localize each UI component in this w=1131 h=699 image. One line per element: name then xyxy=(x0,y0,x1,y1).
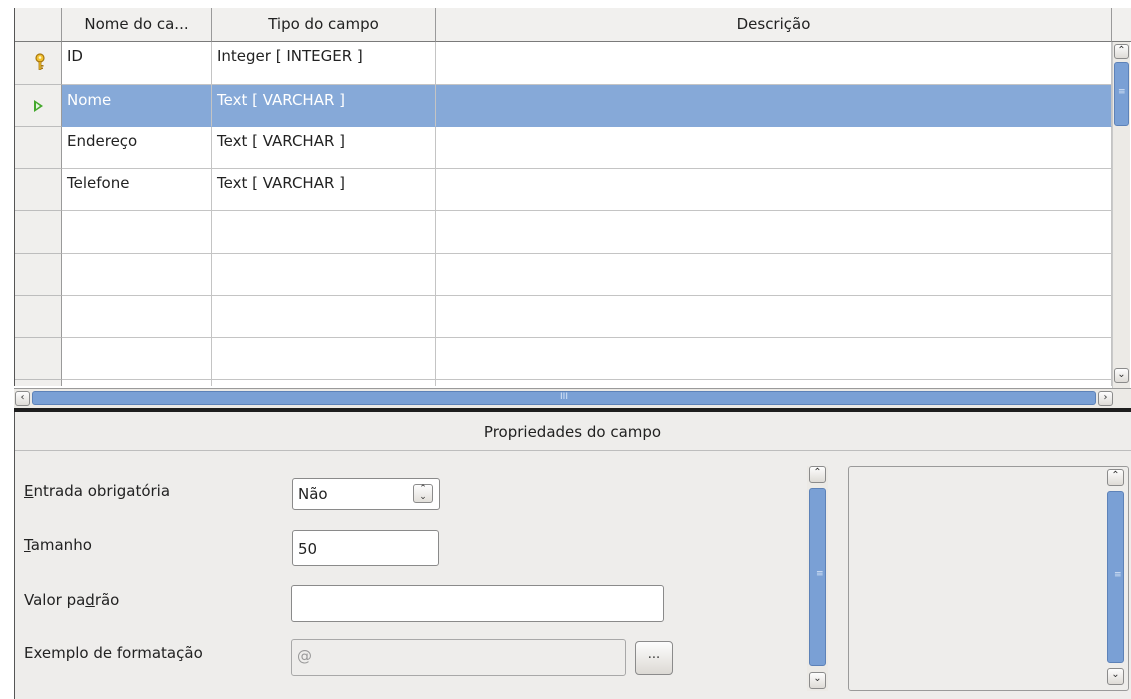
description-cell[interactable] xyxy=(436,211,1112,254)
properties-title: Propriedades do campo xyxy=(14,412,1131,451)
row-header[interactable] xyxy=(15,296,62,338)
field-name-cell[interactable] xyxy=(62,380,212,386)
row-header[interactable] xyxy=(15,254,62,296)
vertical-scroll-thumb[interactable]: ≡ xyxy=(1114,62,1129,126)
help-scrollbar[interactable]: ⌃ ≡ ⌄ xyxy=(1105,469,1126,688)
required-label: Entrada obrigatória xyxy=(24,482,171,500)
field-type-cell[interactable]: Text [ VARCHAR ] xyxy=(212,85,436,127)
field-name-cell[interactable]: Nome xyxy=(62,85,212,127)
panel-border xyxy=(14,412,15,699)
help-scroll-thumb[interactable]: ≡ xyxy=(1107,491,1124,663)
field-name-cell[interactable]: Telefone xyxy=(62,169,212,211)
description-cell[interactable] xyxy=(436,296,1112,338)
chevron-up-icon[interactable]: ⌃ xyxy=(809,466,826,483)
field-name-cell[interactable]: ID xyxy=(62,42,212,85)
description-cell[interactable] xyxy=(436,338,1112,380)
chevron-down-icon[interactable]: ⌄ xyxy=(809,672,826,689)
field-name-cell[interactable] xyxy=(62,296,212,338)
field-type-cell[interactable] xyxy=(212,296,436,338)
required-select[interactable]: Não ⌃ ⌄ xyxy=(292,478,440,510)
size-input[interactable]: 50 xyxy=(292,530,439,566)
description-cell[interactable] xyxy=(436,42,1112,85)
row-header[interactable] xyxy=(15,169,62,211)
chevron-down-icon[interactable]: ⌄ xyxy=(1107,668,1124,685)
field-name-cell[interactable]: Endereço xyxy=(62,127,212,169)
description-cell[interactable] xyxy=(436,85,1112,127)
default-value-input[interactable] xyxy=(291,585,664,622)
column-header-field-type[interactable]: Tipo do campo xyxy=(212,8,436,42)
field-properties-panel: Propriedades do campo Entrada obrigatóri… xyxy=(14,412,1131,699)
size-label: Tamanho xyxy=(24,536,92,554)
description-cell[interactable] xyxy=(436,254,1112,296)
field-type-cell[interactable] xyxy=(212,211,436,254)
field-type-cell[interactable] xyxy=(212,254,436,296)
description-cell[interactable] xyxy=(436,127,1112,169)
field-type-cell[interactable]: Integer [ INTEGER ] xyxy=(212,42,436,85)
row-header[interactable] xyxy=(15,338,62,380)
column-header-field-name[interactable]: Nome do ca... xyxy=(62,8,212,42)
chevron-up-icon[interactable]: ⌃ xyxy=(1114,44,1129,59)
field-type-cell[interactable]: Text [ VARCHAR ] xyxy=(212,169,436,211)
field-name-cell[interactable] xyxy=(62,254,212,296)
field-type-cell[interactable] xyxy=(212,380,436,386)
help-text-box: ⌃ ≡ ⌄ xyxy=(848,466,1129,691)
required-select-value: Não xyxy=(298,485,328,503)
row-header[interactable] xyxy=(15,211,62,254)
row-header[interactable] xyxy=(15,85,62,127)
format-example-label: Exemplo de formatação xyxy=(24,644,203,662)
field-name-cell[interactable] xyxy=(62,338,212,380)
field-type-cell[interactable] xyxy=(212,338,436,380)
chevron-up-icon[interactable]: ⌃ xyxy=(1107,469,1124,486)
row-header[interactable] xyxy=(15,127,62,169)
field-name-cell[interactable] xyxy=(62,211,212,254)
chevron-down-icon[interactable]: ⌄ xyxy=(1114,368,1129,383)
chevron-left-icon[interactable]: ‹ xyxy=(15,391,30,406)
row-header[interactable] xyxy=(15,42,62,85)
format-example-input: @ xyxy=(291,639,626,676)
corner-header xyxy=(15,8,62,42)
header-filler xyxy=(1112,8,1131,42)
table-vertical-scrollbar[interactable]: ⌃ ≡ ⌄ xyxy=(1112,42,1130,388)
key-icon xyxy=(35,53,45,70)
chevron-right-icon[interactable]: › xyxy=(1098,391,1113,406)
column-header-description[interactable]: Descrição xyxy=(436,8,1112,42)
default-value-label: Valor padrão xyxy=(24,591,120,609)
format-button[interactable]: ... xyxy=(635,641,673,675)
field-table: Nome do ca... Tipo do campo Descrição ID… xyxy=(14,8,1131,386)
horizontal-scroll-thumb[interactable]: III xyxy=(32,391,1096,405)
properties-scroll-thumb[interactable]: ≡ xyxy=(809,488,826,666)
updown-icon: ⌃ ⌄ xyxy=(413,484,433,503)
properties-scrollbar[interactable]: ⌃ ≡ ⌄ xyxy=(807,466,828,691)
arrow-right-icon xyxy=(34,100,43,112)
field-type-cell[interactable]: Text [ VARCHAR ] xyxy=(212,127,436,169)
row-header[interactable] xyxy=(15,380,62,386)
table-horizontal-scrollbar[interactable]: ‹ III › xyxy=(14,388,1131,409)
description-cell[interactable] xyxy=(436,169,1112,211)
description-cell[interactable] xyxy=(436,380,1112,386)
